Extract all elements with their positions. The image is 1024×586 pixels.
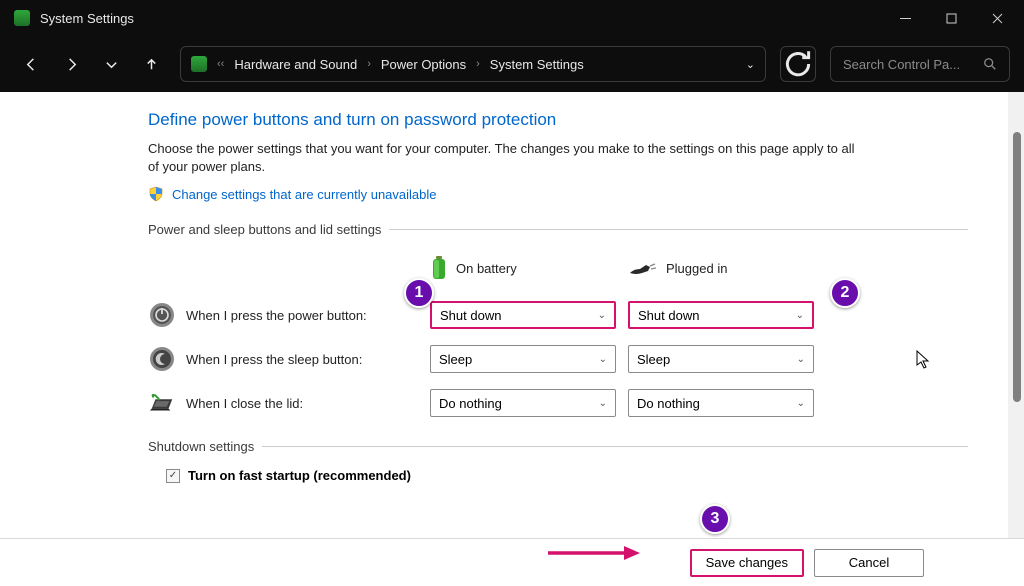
- admin-link-row: Change settings that are currently unava…: [148, 186, 968, 202]
- chevron-down-icon: ⌄: [598, 310, 606, 321]
- power-button-battery-select[interactable]: Shut down ⌄: [430, 301, 616, 329]
- chevron-down-icon: ⌄: [599, 398, 607, 409]
- forward-button[interactable]: [54, 47, 88, 81]
- search-icon: [983, 57, 997, 71]
- sleep-icon: [148, 345, 176, 373]
- lid-plugged-select[interactable]: Do nothing ⌄: [628, 389, 814, 417]
- admin-change-link[interactable]: Change settings that are currently unava…: [172, 187, 437, 202]
- back-button[interactable]: [14, 47, 48, 81]
- content: Define power buttons and turn on passwor…: [0, 92, 1008, 538]
- sleep-button-plugged-select[interactable]: Sleep ⌄: [628, 345, 814, 373]
- column-plugged: Plugged in: [628, 251, 826, 285]
- titlebar: System Settings: [0, 0, 1024, 36]
- maximize-button[interactable]: [928, 0, 974, 36]
- row-close-lid: When I close the lid:: [148, 389, 430, 417]
- window-title: System Settings: [40, 11, 134, 26]
- mouse-cursor-icon: [916, 350, 932, 370]
- cancel-button[interactable]: Cancel: [814, 549, 924, 577]
- annotation-arrow: [546, 544, 642, 562]
- breadcrumb-item[interactable]: System Settings: [490, 57, 584, 72]
- row-power-button: When I press the power button:: [148, 301, 430, 329]
- breadcrumb-item[interactable]: Power Options: [381, 57, 466, 72]
- chevron-down-icon: ⌄: [599, 354, 607, 365]
- footer: Save changes Cancel: [0, 538, 1024, 586]
- battery-icon: [430, 255, 448, 281]
- plug-icon: [628, 259, 658, 277]
- scrollbar-track[interactable]: [1008, 92, 1024, 538]
- group-power-sleep: Power and sleep buttons and lid settings: [148, 222, 968, 237]
- chevron-down-icon: ⌄: [796, 310, 804, 321]
- chevron-icon: ‹‹: [217, 58, 224, 70]
- history-dropdown[interactable]: [94, 47, 128, 81]
- settings-grid: On battery Plugged in When I press the p…: [148, 251, 968, 417]
- search-placeholder: Search Control Pa...: [843, 57, 975, 72]
- power-icon: [148, 301, 176, 329]
- sleep-button-battery-select[interactable]: Sleep ⌄: [430, 345, 616, 373]
- refresh-button[interactable]: [780, 46, 816, 82]
- minimize-button[interactable]: [882, 0, 928, 36]
- row-sleep-button: When I press the sleep button:: [148, 345, 430, 373]
- power-button-plugged-select[interactable]: Shut down ⌄: [628, 301, 814, 329]
- shield-icon: [148, 186, 164, 202]
- chevron-right-icon: ›: [476, 58, 480, 70]
- annotation-badge-1: 1: [404, 278, 434, 308]
- fast-startup-label: Turn on fast startup (recommended): [188, 468, 411, 483]
- chevron-right-icon: ›: [367, 58, 371, 70]
- scrollbar-thumb[interactable]: [1013, 132, 1021, 402]
- chevron-down-icon[interactable]: ⌄: [746, 58, 755, 71]
- lid-battery-select[interactable]: Do nothing ⌄: [430, 389, 616, 417]
- fast-startup-checkbox[interactable]: ✓: [166, 469, 180, 483]
- app-icon: [14, 10, 30, 26]
- up-button[interactable]: [134, 47, 168, 81]
- navbar: ‹‹ Hardware and Sound › Power Options › …: [0, 36, 1024, 92]
- control-panel-icon: [191, 56, 207, 72]
- close-button[interactable]: [974, 0, 1020, 36]
- column-battery: On battery: [430, 251, 628, 285]
- annotation-badge-2: 2: [830, 278, 860, 308]
- page-title: Define power buttons and turn on passwor…: [148, 110, 968, 130]
- breadcrumb[interactable]: ‹‹ Hardware and Sound › Power Options › …: [180, 46, 766, 82]
- chevron-down-icon: ⌄: [797, 398, 805, 409]
- laptop-lid-icon: [148, 389, 176, 417]
- chevron-down-icon: ⌄: [797, 354, 805, 365]
- page-description: Choose the power settings that you want …: [148, 140, 868, 176]
- fast-startup-row: ✓ Turn on fast startup (recommended): [166, 468, 968, 483]
- breadcrumb-item[interactable]: Hardware and Sound: [234, 57, 357, 72]
- save-changes-button[interactable]: Save changes: [690, 549, 804, 577]
- annotation-badge-3: 3: [700, 504, 730, 534]
- search-input[interactable]: Search Control Pa...: [830, 46, 1010, 82]
- group-shutdown-settings: Shutdown settings: [148, 439, 968, 454]
